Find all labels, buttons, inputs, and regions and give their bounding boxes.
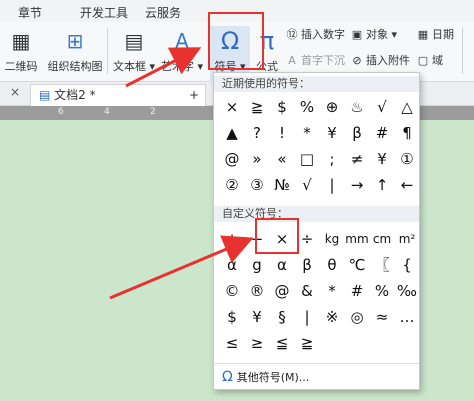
arrow-to-times-symbol xyxy=(109,235,254,300)
annotation-arrows xyxy=(109,47,254,300)
arrow-to-symbol-button xyxy=(125,47,202,88)
